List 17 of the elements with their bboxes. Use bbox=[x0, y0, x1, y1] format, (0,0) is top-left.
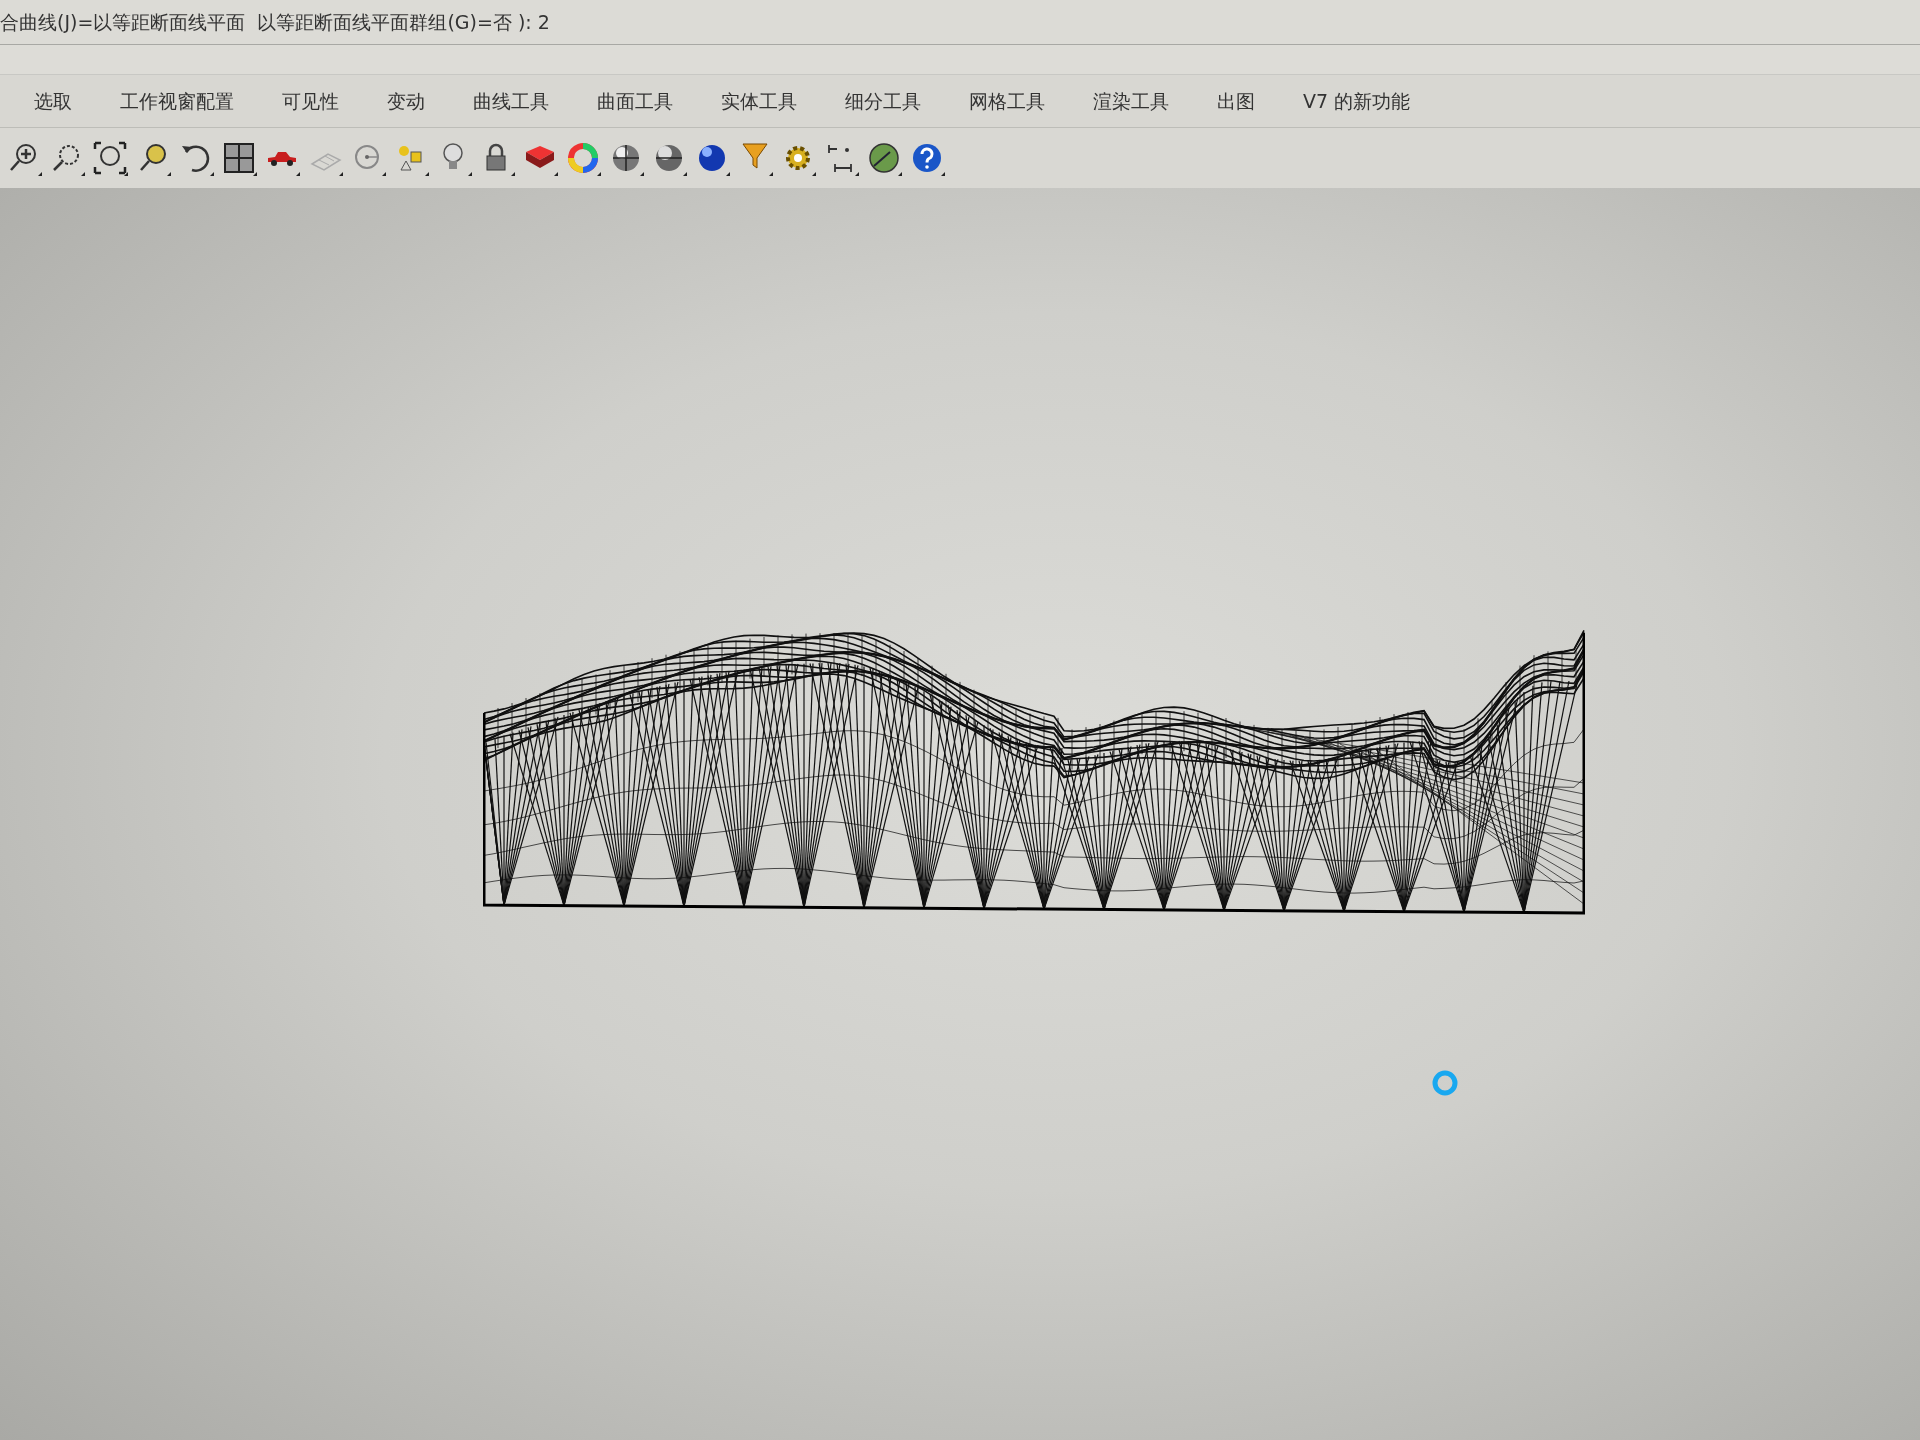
toolbar-tab[interactable]: 实体工具 bbox=[697, 81, 821, 121]
toolbar-tab[interactable]: 渲染工具 bbox=[1069, 81, 1193, 121]
command-prompt: 合曲线(J)=以等距断面线平面 以等距断面线平面群组(G)=否 ): 2 bbox=[0, 9, 550, 35]
toolbar-tab[interactable]: 曲面工具 bbox=[573, 81, 697, 121]
color-wheel-icon[interactable] bbox=[565, 140, 601, 176]
toolbar-tab[interactable]: V7 的新功能 bbox=[1279, 81, 1435, 121]
four-viewports-icon[interactable] bbox=[221, 140, 257, 176]
cursor-ring-icon bbox=[1431, 1069, 1459, 1097]
toolbar-tab[interactable]: 变动 bbox=[363, 81, 449, 121]
toolbar-tab[interactable]: 网格工具 bbox=[945, 81, 1069, 121]
toolbar-tab[interactable]: 曲线工具 bbox=[449, 81, 573, 121]
toolbar-tab[interactable]: 出图 bbox=[1193, 81, 1279, 121]
toolbar-tab[interactable]: 细分工具 bbox=[821, 81, 945, 121]
toolbar-tab[interactable]: 工作视窗配置 bbox=[96, 81, 258, 121]
toolbar-tab[interactable]: 可见性 bbox=[258, 81, 363, 121]
toolbar-tab[interactable]: 选取 bbox=[10, 81, 96, 121]
zoom-extents-icon[interactable] bbox=[92, 140, 128, 176]
